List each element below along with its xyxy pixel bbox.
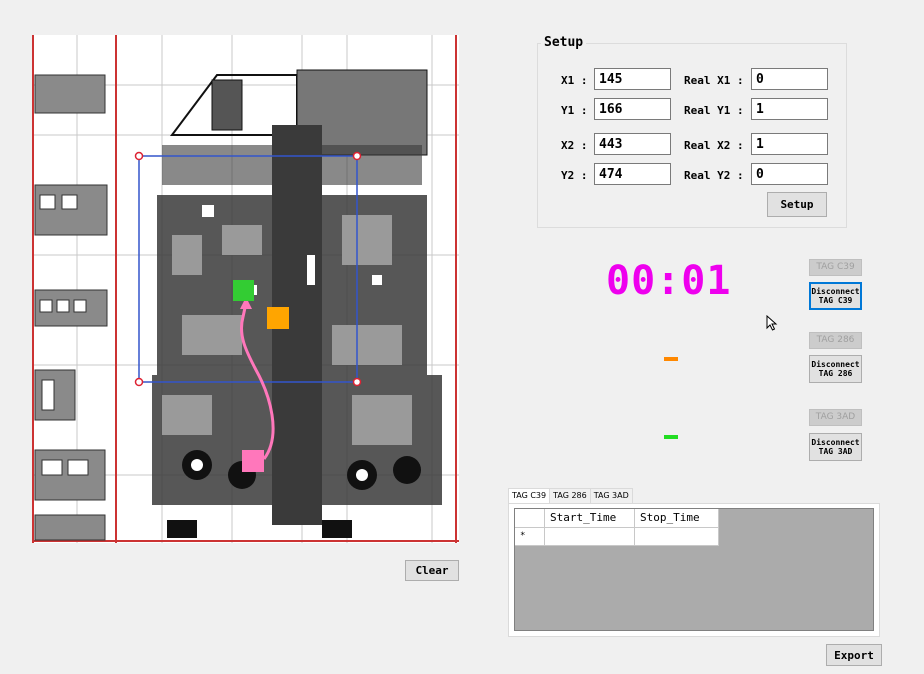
tag-3ad-status-indicator (664, 435, 678, 439)
disconnect-tag-c39-button[interactable]: Disconnect TAG C39 (809, 282, 862, 310)
real-y2-label: Real Y2 : (684, 169, 744, 182)
mouse-cursor-icon (766, 315, 778, 331)
new-row-start-time-cell[interactable] (545, 528, 635, 546)
export-button[interactable]: Export (826, 644, 882, 666)
setup-title: Setup (541, 35, 587, 50)
y2-label: Y2 : (561, 169, 588, 182)
real-y2-input[interactable] (751, 163, 828, 185)
setup-button[interactable]: Setup (767, 192, 827, 217)
real-y1-input[interactable] (751, 98, 828, 120)
connect-tag-c39-button[interactable]: TAG C39 (809, 259, 862, 276)
y2-input[interactable] (594, 163, 671, 185)
tag-286-status-indicator (664, 357, 678, 361)
grid-corner-header (515, 509, 545, 528)
real-x2-input[interactable] (751, 133, 828, 155)
x2-label: X2 : (561, 139, 588, 152)
real-x1-input[interactable] (751, 68, 828, 90)
elapsed-timer: 00:01 (606, 258, 732, 304)
tag-c39-marker (233, 280, 254, 301)
disconnect-tag-286-button[interactable]: Disconnect TAG 286 (809, 355, 862, 383)
y1-input[interactable] (594, 98, 671, 120)
x1-input[interactable] (594, 68, 671, 90)
connect-tag-3ad-button[interactable]: TAG 3AD (809, 409, 862, 426)
new-row-marker: * (515, 528, 545, 546)
column-header-stop-time[interactable]: Stop_Time (635, 509, 719, 528)
connect-tag-286-button[interactable]: TAG 286 (809, 332, 862, 349)
tab-tag-c39[interactable]: TAG C39 (508, 488, 551, 503)
tab-tag-286[interactable]: TAG 286 (549, 488, 591, 503)
clear-button[interactable]: Clear (405, 560, 459, 581)
real-x2-label: Real X2 : (684, 139, 744, 152)
new-row-stop-time-cell[interactable] (635, 528, 719, 546)
floor-plan-drawing (32, 35, 459, 543)
tag-3ad-marker (242, 450, 264, 472)
real-x1-label: Real X1 : (684, 74, 744, 87)
column-header-start-time[interactable]: Start_Time (545, 509, 635, 528)
x2-input[interactable] (594, 133, 671, 155)
x1-label: X1 : (561, 74, 588, 87)
tag-tabs: TAG C39 TAG 286 TAG 3AD (508, 488, 633, 503)
real-y1-label: Real Y1 : (684, 104, 744, 117)
y1-label: Y1 : (561, 104, 588, 117)
tag-286-marker (267, 307, 289, 329)
disconnect-tag-3ad-button[interactable]: Disconnect TAG 3AD (809, 433, 862, 461)
floor-plan-view[interactable] (32, 35, 459, 543)
tab-tag-3ad[interactable]: TAG 3AD (589, 488, 633, 503)
